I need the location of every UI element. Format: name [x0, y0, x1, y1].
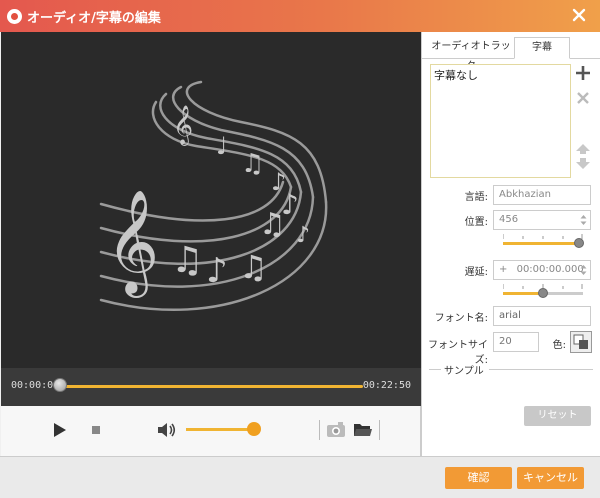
position-stepper[interactable]: 456: [493, 210, 591, 230]
svg-text:𝄞: 𝄞: [106, 189, 159, 298]
divider: [489, 369, 593, 370]
window-title: オーディオ/字幕の編集: [27, 10, 161, 26]
svg-text:♫: ♫: [171, 240, 203, 281]
svg-text:♩: ♩: [216, 132, 227, 160]
tab-subtitle[interactable]: 字幕: [514, 37, 570, 59]
dialog-footer: 確認 キャンセル: [0, 456, 600, 498]
font-name-field[interactable]: arial: [493, 306, 591, 326]
delay-sign: +: [499, 264, 508, 275]
subtitle-list[interactable]: 字幕なし: [430, 64, 571, 178]
close-icon[interactable]: [570, 6, 588, 24]
x-icon[interactable]: [575, 90, 591, 106]
position-value: 456: [499, 214, 519, 225]
language-label: 言語:: [464, 192, 488, 203]
divider: [429, 369, 441, 370]
cancel-button[interactable]: キャンセル: [517, 467, 584, 489]
sample-label: サンプル: [444, 366, 484, 377]
total-time: 00:22:50: [362, 380, 411, 391]
svg-text:♫: ♫: [239, 248, 268, 286]
settings-panel: オーディオトラック 字幕 字幕なし 言語: Abkhazian 位置: 456 …: [421, 32, 600, 456]
title-bar: オーディオ/字幕の編集: [0, 0, 600, 32]
arrow-up-icon[interactable]: [575, 144, 591, 154]
arrow-down-icon[interactable]: [575, 158, 591, 170]
color-picker-button[interactable]: [570, 331, 592, 353]
current-time: 00:00:00: [11, 380, 60, 391]
app-logo-icon: [7, 8, 22, 24]
svg-text:♫: ♫: [241, 149, 264, 179]
position-label: 位置:: [464, 217, 488, 228]
volume-thumb[interactable]: [247, 422, 262, 436]
position-ticks: [503, 234, 583, 239]
svg-text:♪: ♪: [271, 168, 286, 196]
position-slider-knob[interactable]: [574, 238, 584, 248]
divider: [319, 420, 320, 440]
spin-arrows-icon[interactable]: [580, 264, 587, 276]
font-size-field[interactable]: 20: [493, 332, 539, 352]
seek-track[interactable]: [59, 385, 363, 388]
delay-slider-knob[interactable]: [538, 288, 548, 298]
seek-thumb[interactable]: [53, 378, 67, 392]
font-name-value: arial: [499, 310, 521, 321]
svg-text:♪: ♪: [296, 223, 310, 248]
delay-value: 00:00:00.000: [516, 264, 584, 275]
color-label: 色:: [552, 340, 566, 351]
camera-icon[interactable]: [326, 421, 346, 442]
confirm-button[interactable]: 確認: [445, 467, 512, 489]
tab-bar: オーディオトラック 字幕: [422, 37, 600, 72]
delay-label: 遅延:: [464, 267, 488, 278]
stop-icon[interactable]: [92, 426, 100, 434]
spin-arrows-icon[interactable]: [580, 214, 587, 226]
language-field[interactable]: Abkhazian: [493, 185, 591, 205]
plus-icon[interactable]: [575, 65, 591, 81]
svg-text:♪: ♪: [206, 251, 228, 291]
music-notes-artwork: 𝄞 𝄞 ♫ ♪ ♫ ♫ ♪ ♫ ♪ ♩ ♪: [99, 80, 328, 312]
font-size-value: 20: [499, 336, 512, 347]
volume-icon[interactable]: [157, 421, 177, 442]
delay-stepper[interactable]: + 00:00:00.000: [493, 260, 591, 280]
font-name-label: フォント名:: [434, 313, 488, 324]
list-item[interactable]: 字幕なし: [431, 65, 570, 85]
position-slider-fill: [503, 242, 579, 245]
video-preview: 𝄞 𝄞 ♫ ♪ ♫ ♫ ♪ ♫ ♪ ♩ ♪: [1, 32, 421, 368]
divider: [379, 420, 380, 440]
svg-text:𝄞: 𝄞: [173, 105, 193, 146]
color-swatch-icon: [573, 334, 588, 349]
folder-icon[interactable]: [353, 421, 373, 442]
reset-button[interactable]: リセット: [524, 406, 591, 426]
language-value: Abkhazian: [499, 189, 551, 200]
playback-controls: [1, 406, 421, 456]
seek-bar[interactable]: 00:00:00 00:22:50: [1, 368, 421, 406]
play-icon[interactable]: [53, 422, 67, 441]
delay-slider-fill: [503, 292, 543, 295]
tab-audio-track[interactable]: オーディオトラック: [427, 37, 515, 72]
